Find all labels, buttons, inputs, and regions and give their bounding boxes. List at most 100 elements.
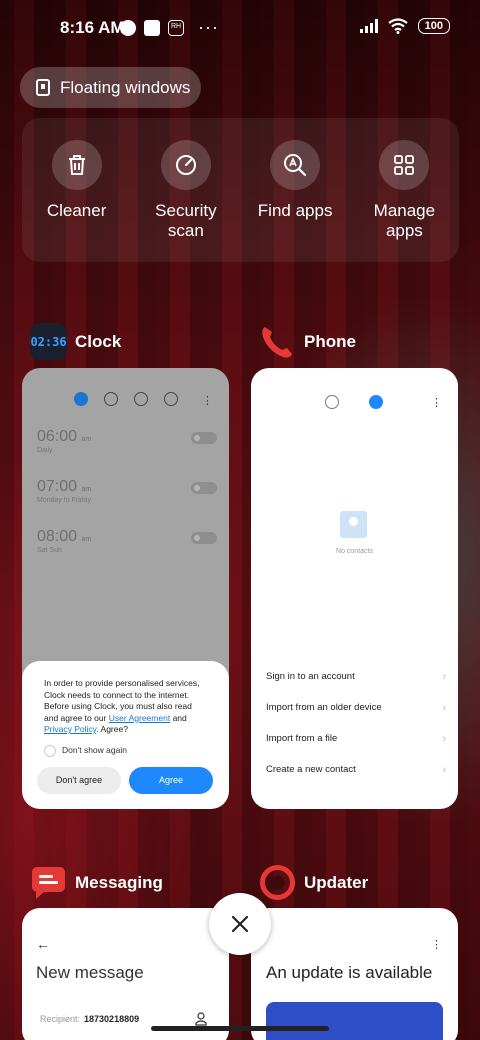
- consent-dialog: In order to provide personalised service…: [22, 661, 229, 809]
- security-scan-label: Security scan: [155, 201, 217, 240]
- alarm-toggle[interactable]: [191, 532, 217, 544]
- chevron-right-icon: ›: [442, 671, 446, 683]
- user-agreement-link[interactable]: User Agreement: [109, 713, 170, 723]
- dont-show-again-row[interactable]: Don't show again: [44, 744, 207, 757]
- alarm-toggle[interactable]: [191, 482, 217, 494]
- cleaner-label: Cleaner: [46, 201, 107, 220]
- chevron-right-icon: ›: [442, 733, 446, 745]
- quick-actions-panel: Cleaner Security scan Find apps Manage a…: [22, 118, 459, 262]
- back-arrow-icon[interactable]: ←: [36, 936, 50, 952]
- sign-in-option[interactable]: Sign in to an account ›: [266, 671, 446, 683]
- alarm-ampm: am: [81, 486, 92, 493]
- rh-badge-icon: RH: [168, 19, 184, 36]
- update-available-title: An update is available: [266, 963, 433, 982]
- import-older-device-option[interactable]: Import from an older device ›: [266, 702, 446, 714]
- stopwatch-tab-icon[interactable]: [134, 392, 148, 406]
- alarm-toggle[interactable]: [191, 432, 217, 444]
- agree-button[interactable]: Agree: [129, 767, 213, 794]
- phone-app-icon: [262, 327, 292, 358]
- chevron-right-icon: ›: [442, 702, 446, 714]
- more-options-icon[interactable]: ⋮: [202, 394, 213, 407]
- dont-show-again-checkbox[interactable]: [44, 744, 56, 757]
- security-scan-icon: [160, 140, 211, 190]
- create-contact-option[interactable]: Create a new contact ›: [266, 764, 446, 776]
- updater-app-icon: [260, 865, 295, 900]
- status-time: 8:16 AM: [60, 18, 125, 37]
- floating-windows-label: Floating windows: [60, 77, 191, 97]
- square-notification-icon: [144, 19, 160, 36]
- battery-icon: 100: [417, 18, 450, 34]
- status-icons-left: RH ···: [120, 17, 219, 38]
- recipient-field[interactable]: Recipient: 18730218809: [40, 1014, 139, 1024]
- app-notification-icon: [120, 19, 136, 36]
- status-bar: 8:16 AM RH ··· 100: [0, 14, 480, 42]
- wifi-icon: [387, 18, 408, 34]
- close-all-button[interactable]: [209, 893, 271, 955]
- alarm-item[interactable]: 08:00 am Sat Sun: [37, 528, 217, 554]
- trash-icon: [51, 140, 102, 190]
- alarm-item[interactable]: 06:00 am Daily: [37, 428, 217, 454]
- alarm-repeat: Sat Sun: [37, 547, 62, 554]
- privacy-policy-link[interactable]: Privacy Policy: [44, 724, 96, 734]
- phone-app-header[interactable]: Phone: [259, 323, 356, 360]
- option-label: Sign in to an account: [266, 671, 355, 682]
- messaging-app-icon: [32, 867, 65, 899]
- cleaner-button[interactable]: Cleaner: [27, 140, 127, 262]
- update-banner-image: [266, 1002, 443, 1040]
- status-icons-right: 100: [359, 18, 450, 34]
- updater-app-header[interactable]: Updater: [259, 864, 368, 901]
- more-notifications-icon: ···: [198, 17, 219, 37]
- signal-icon: [359, 19, 378, 33]
- clock-app-card[interactable]: ⋮ 06:00 am Daily 07:00 am Monday to Frid…: [22, 368, 229, 809]
- updater-app-card[interactable]: ⋮ An update is available: [251, 908, 458, 1040]
- contact-placeholder-icon: [340, 511, 367, 538]
- consent-question: . Agree?: [96, 724, 128, 734]
- more-options-icon[interactable]: ⋮: [431, 938, 442, 951]
- new-message-title: New message: [36, 963, 144, 982]
- clock-app-icon: 02:36: [30, 323, 67, 360]
- consent-text: In order to provide personalised service…: [44, 678, 207, 736]
- chevron-right-icon: ›: [442, 764, 446, 776]
- option-label: Import from an older device: [266, 702, 382, 713]
- home-indicator[interactable]: [151, 1026, 329, 1031]
- phone-tabs: [325, 395, 383, 409]
- clock-tabs: [74, 392, 178, 406]
- alarm-item[interactable]: 07:00 am Monday to Friday: [37, 478, 217, 504]
- recipient-label: Recipient:: [40, 1014, 81, 1024]
- manage-apps-button[interactable]: Manage apps: [354, 140, 454, 262]
- security-scan-button[interactable]: Security scan: [136, 140, 236, 262]
- find-apps-label: Find apps: [257, 201, 333, 220]
- alarm-repeat: Daily: [37, 447, 53, 454]
- alarm-time: 07:00: [37, 478, 78, 495]
- timer-tab-icon[interactable]: [164, 392, 178, 406]
- no-contacts-label: No contacts: [336, 548, 373, 555]
- recipient-value: 18730218809: [84, 1014, 140, 1024]
- alarm-tab-icon[interactable]: [74, 392, 88, 406]
- dont-show-again-label: Don't show again: [62, 744, 127, 755]
- manage-apps-label: Manage apps: [373, 201, 436, 240]
- clock-app-header[interactable]: 02:36 Clock: [30, 323, 121, 360]
- contact-person-icon[interactable]: [195, 1012, 207, 1026]
- floating-window-icon: [36, 79, 50, 96]
- phone-app-card[interactable]: ⋮ No contacts Sign in to an account › Imp…: [251, 368, 458, 809]
- alarm-time: 08:00: [37, 528, 78, 545]
- clock-tab-icon[interactable]: [104, 392, 118, 406]
- alarm-ampm: am: [81, 436, 92, 443]
- import-file-option[interactable]: Import from a file ›: [266, 733, 446, 745]
- option-label: Import from a file: [266, 733, 338, 744]
- messaging-app-name: Messaging: [75, 872, 163, 892]
- option-label: Create a new contact: [266, 764, 356, 775]
- find-apps-icon: [270, 140, 321, 190]
- consent-buttons: Don't agree Agree: [37, 767, 213, 794]
- alarm-ampm: am: [81, 536, 92, 543]
- messaging-app-card[interactable]: ← New message Recipient: 18730218809: [22, 908, 229, 1040]
- floating-windows-button[interactable]: Floating windows: [20, 67, 201, 108]
- alarm-repeat: Monday to Friday: [37, 497, 92, 504]
- call-log-tab-icon[interactable]: [325, 395, 339, 409]
- find-apps-button[interactable]: Find apps: [245, 140, 345, 262]
- dont-agree-button[interactable]: Don't agree: [37, 767, 121, 794]
- messaging-app-header[interactable]: Messaging: [30, 864, 163, 901]
- more-options-icon[interactable]: ⋮: [431, 396, 442, 409]
- contacts-tab-icon[interactable]: [369, 395, 383, 409]
- phone-app-name: Phone: [304, 331, 356, 351]
